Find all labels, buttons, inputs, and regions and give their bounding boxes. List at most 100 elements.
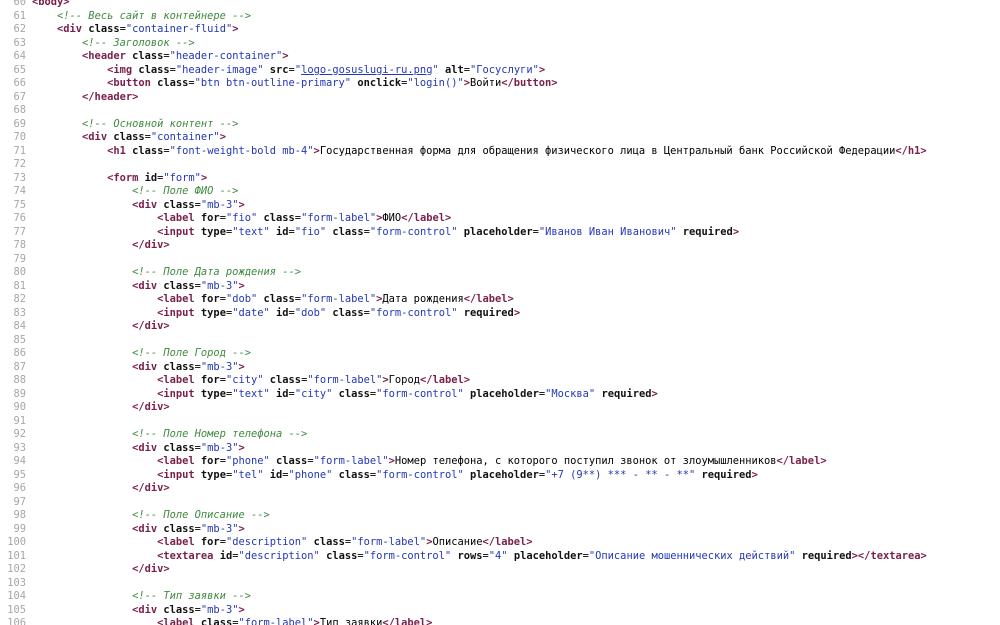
line-content: <!-- Весь сайт в контейнере --> [32,10,1000,24]
tag-token: > [238,360,245,373]
code-line[interactable]: 60 <body> [0,0,1000,10]
code-line[interactable]: 97 [0,496,1000,510]
string-token: "date" [232,306,270,319]
code-lines[interactable]: 60 <body> 61 <!-- Весь сайт в контейнере -… [0,0,1000,625]
string-token: "mb-3" [200,360,239,373]
code-line[interactable]: 102 </div> [0,563,1000,577]
link-token[interactable]: logo-gosuslugi-ru.png [301,64,432,76]
attribute-token: id [144,171,158,184]
tag-token: <div [132,198,164,211]
code-line[interactable]: 62 <div class="container-fluid"> [0,23,1000,37]
string-token: "mb-3" [200,603,239,616]
text-token: Тип заявки [319,617,383,625]
line-content: <!-- Основной контент --> [32,118,1000,132]
code-line[interactable]: 89 <input type="text" id="city" class="f… [0,388,1000,402]
code-line[interactable]: 101 <textarea id="description" class="fo… [0,550,1000,564]
code-line[interactable]: 63 <!-- Заголовок --> [0,37,1000,51]
code-line[interactable]: 64 <header class="header-container"> [0,50,1000,64]
code-line[interactable]: 67 </header> [0,91,1000,105]
attribute-token: type [200,225,226,238]
line-number: 65 [13,63,26,76]
attribute-token: type [200,387,226,400]
code-line[interactable]: 99 <div class="mb-3"> [0,523,1000,537]
code-line[interactable]: 94 <label for="phone" class="form-label"… [0,455,1000,469]
code-line[interactable]: 83 <input type="date" id="dob" class="fo… [0,307,1000,321]
code-line[interactable]: 77 <input type="text" id="fio" class="fo… [0,226,1000,240]
line-number: 94 [13,455,26,467]
code-line[interactable]: 88 <label for="city" class="form-label">… [0,374,1000,388]
code-line[interactable]: 87 <div class="mb-3"> [0,361,1000,375]
line-number: 88 [13,374,26,386]
code-line[interactable]: 81 <div class="mb-3"> [0,280,1000,294]
attribute-token: required [682,225,733,238]
attribute-token: class [163,603,195,616]
code-line[interactable]: 85 [0,334,1000,348]
attribute-token: id [276,387,289,400]
code-line[interactable]: 98 <!-- Поле Описание --> [0,509,1000,523]
code-line[interactable]: 61 <!-- Весь сайт в контейнере --> [0,10,1000,24]
code-line[interactable]: 69 <!-- Основной контент --> [0,118,1000,132]
code-line[interactable]: 105 <div class="mb-3"> [0,604,1000,618]
attribute-token: class [163,441,195,454]
comment-token: <!-- Поле Номер телефона --> [132,428,308,440]
code-line[interactable]: 80 <!-- Поле Дата рождения --> [0,266,1000,280]
code-line[interactable]: 75 <div class="mb-3"> [0,199,1000,213]
code-line[interactable]: 73 <form id="form"> [0,172,1000,186]
line-number: 81 [13,279,26,292]
code-line[interactable]: 103 [0,577,1000,591]
text-token: Номер телефона, с которого поступил звон… [394,455,777,467]
code-line[interactable]: 68 [0,104,1000,118]
code-line[interactable]: 76 <label for="fio" class="form-label">Ф… [0,212,1000,226]
tag-token: > [282,50,289,62]
code-line[interactable]: 79 [0,253,1000,267]
code-line[interactable]: 74 <!-- Поле ФИО --> [0,185,1000,199]
code-editor[interactable]: 60 <body> 61 <!-- Весь сайт в контейнере -… [0,0,1000,625]
code-line[interactable]: 104 <!-- Тип заявки --> [0,590,1000,604]
attribute-token: id [276,306,289,319]
code-line[interactable]: 78 </div> [0,239,1000,253]
tag-token: <div [82,131,114,143]
line-number: 97 [13,495,26,508]
line-content: <label for="city" class="form-label">Гор… [32,374,1000,388]
string-token: "phone" [288,468,333,481]
code-line[interactable]: 92 <!-- Поле Номер телефона --> [0,428,1000,442]
comment-token: <!-- Поле Описание --> [132,509,270,521]
code-line[interactable]: 70 <div class="container"> [0,131,1000,145]
code-line[interactable]: 65 <img class="header-image" src="logo-g… [0,64,1000,78]
tag-token: <h1 [107,144,133,157]
tag-token: ></textarea> [851,549,927,562]
string-token: "form-label" [301,293,377,305]
string-token: "mb-3" [200,198,239,211]
code-line[interactable]: 84 </div> [0,320,1000,334]
tag-token: > [538,63,546,76]
line-number: 63 [13,36,26,49]
line-number: 76 [13,212,26,224]
code-line[interactable]: 66 <button class="btn btn-outline-primar… [0,77,1000,91]
string-token: "mb-3" [200,441,239,454]
code-line[interactable]: 90 </div> [0,401,1000,415]
line-number: 72 [13,158,26,170]
code-line[interactable]: 82 <label for="dob" class="form-label">Д… [0,293,1000,307]
attribute-token: placeholder [470,468,539,481]
text-token: Государственная форма для обращения физи… [319,144,896,157]
code-line[interactable]: 93 <div class="mb-3"> [0,442,1000,456]
tag-token: > [232,23,239,35]
attribute-token: class [269,374,302,386]
string-token: "form" [163,171,201,184]
code-line[interactable]: 106 <label class="form-label">Тип заявки… [0,617,1000,625]
string-token: "Москва" [545,387,596,400]
tag-token: <div [132,279,164,292]
attribute-token: rows [457,549,483,562]
tag-token: <header [82,50,133,62]
line-content: </div> [32,563,1000,577]
code-line[interactable]: 91 [0,415,1000,429]
line-content: <div class="mb-3"> [32,604,1000,618]
comment-token: <!-- Поле Дата рождения --> [132,266,301,278]
tag-token: <input [157,225,201,238]
code-line[interactable]: 100 <label for="description" class="form… [0,536,1000,550]
code-line[interactable]: 96 </div> [0,482,1000,496]
code-line[interactable]: 72 [0,158,1000,172]
code-line[interactable]: 95 <input type="tel" id="phone" class="f… [0,469,1000,483]
code-line[interactable]: 86 <!-- Поле Город --> [0,347,1000,361]
code-line[interactable]: 71 <h1 class="font-weight-bold mb-4">Гос… [0,145,1000,159]
